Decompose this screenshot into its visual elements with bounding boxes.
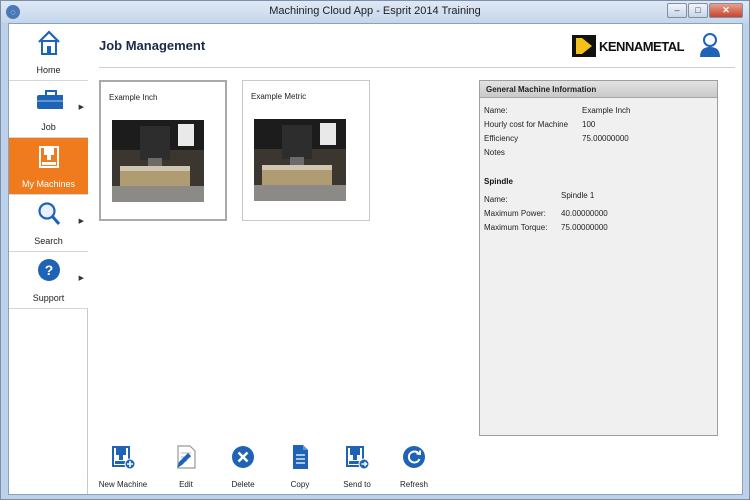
info-label: Notes	[484, 148, 505, 157]
toolbar-label: Copy	[290, 480, 310, 489]
window-controls: – □ ✕	[666, 3, 743, 18]
sidebar-item-label: Job	[41, 122, 56, 132]
toolbar-label: Refresh	[399, 480, 428, 489]
sidebar: Home ▶ Job My Machines ▶ Search ? ▶ Supp…	[9, 24, 88, 494]
info-panel-title: General Machine Information	[480, 81, 717, 98]
machine-card[interactable]: Example Metric	[242, 80, 370, 221]
edit-button[interactable]: Edit	[156, 444, 216, 489]
window-title: Machining Cloud App - Esprit 2014 Traini…	[269, 5, 481, 17]
new-machine-icon	[112, 446, 136, 470]
refresh-button[interactable]: Refresh	[384, 444, 444, 489]
refresh-icon	[403, 446, 425, 468]
new-machine-button[interactable]: New Machine	[93, 444, 153, 489]
spindle-section-title: Spindle	[484, 177, 513, 186]
machine-thumbnail	[254, 119, 346, 201]
info-value: 40.00000000	[561, 209, 608, 218]
home-icon	[38, 30, 60, 55]
sidebar-item-label: Home	[36, 65, 61, 75]
info-label: Name:	[484, 106, 508, 115]
client-area: Home ▶ Job My Machines ▶ Search ? ▶ Supp…	[8, 23, 743, 495]
sidebar-item-home[interactable]: Home	[9, 24, 88, 81]
minimize-button[interactable]: –	[667, 3, 687, 18]
submenu-arrow-icon: ▶	[78, 104, 84, 111]
magnifier-icon	[38, 202, 61, 225]
info-label: Maximum Power:	[484, 209, 546, 218]
info-label: Maximum Torque:	[484, 223, 548, 232]
send-to-icon	[346, 446, 370, 470]
sidebar-item-label: Search	[34, 236, 63, 246]
brand-name: KENNAMETAL	[599, 38, 685, 54]
sidebar-item-label: My Machines	[21, 179, 75, 189]
svg-text:?: ?	[45, 262, 54, 278]
machine-name: Example Inch	[109, 93, 158, 102]
user-icon[interactable]	[699, 32, 721, 58]
toolbar-label: Edit	[179, 480, 193, 489]
maximize-button[interactable]: □	[688, 3, 708, 18]
machine-thumbnail	[112, 120, 204, 202]
sidebar-item-label: Support	[32, 293, 65, 303]
machine-name: Example Metric	[251, 92, 307, 101]
info-label: Hourly cost for Machine	[484, 120, 569, 129]
kennametal-logo-icon	[572, 35, 596, 57]
edit-icon	[177, 445, 196, 469]
info-value: 100	[582, 120, 596, 129]
info-value: 75.00000000	[561, 223, 608, 232]
send-to-button[interactable]: Send to	[327, 444, 387, 489]
title-bar[interactable]: ◌ Machining Cloud App - Esprit 2014 Trai…	[1, 1, 749, 23]
briefcase-icon	[37, 90, 63, 109]
submenu-arrow-icon: ▶	[78, 275, 84, 282]
help-icon: ?	[38, 259, 60, 281]
machine-card[interactable]: Example Inch	[99, 80, 227, 221]
delete-icon	[232, 446, 254, 468]
toolbar-label: Send to	[343, 480, 371, 489]
sidebar-item-my-machines[interactable]: My Machines	[9, 138, 88, 195]
copy-icon	[293, 445, 308, 469]
sidebar-item-support[interactable]: ? ▶ Support	[9, 252, 88, 309]
close-button[interactable]: ✕	[709, 3, 743, 18]
info-value: 75.00000000	[582, 134, 629, 143]
info-value: Example Inch	[582, 106, 631, 115]
info-label: Name:	[484, 195, 508, 204]
brand-logo: KENNAMETAL	[572, 34, 685, 58]
app-window: ◌ Machining Cloud App - Esprit 2014 Trai…	[0, 0, 750, 500]
machine-icon	[39, 146, 59, 168]
toolbar-label: New Machine	[98, 480, 148, 489]
toolbar-label: Delete	[231, 480, 255, 489]
sidebar-item-job[interactable]: ▶ Job	[9, 81, 88, 138]
delete-button[interactable]: Delete	[213, 444, 273, 489]
submenu-arrow-icon: ▶	[78, 218, 84, 225]
page-title: Job Management	[99, 38, 206, 53]
sidebar-item-search[interactable]: ▶ Search	[9, 195, 88, 252]
info-value: Spindle 1	[561, 191, 595, 200]
info-label: Efficiency	[484, 134, 519, 143]
copy-button[interactable]: Copy	[270, 444, 330, 489]
header-divider	[99, 67, 735, 68]
machine-info-panel: General Machine Information Name: Exampl…	[479, 80, 718, 436]
